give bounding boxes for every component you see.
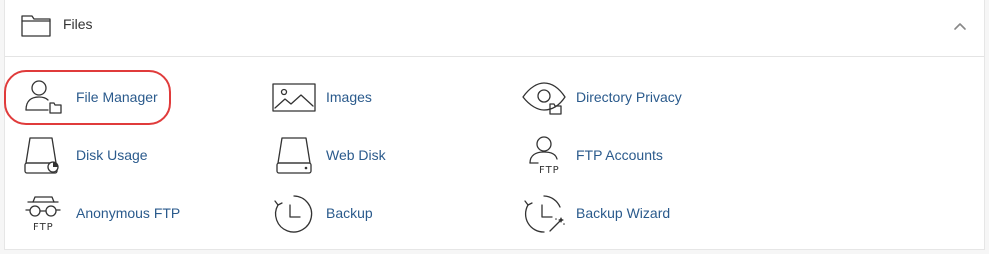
panel-header[interactable]: Files xyxy=(5,0,984,57)
eye-folder-icon xyxy=(522,82,566,115)
svg-text:FTP: FTP xyxy=(33,222,54,233)
drive-icon xyxy=(276,137,312,174)
user-ftp-icon: FTP xyxy=(529,136,560,176)
backup-wizard-icon xyxy=(524,195,565,233)
files-panel: Files File Manager Images Directory Priv… xyxy=(4,0,985,250)
chevron-up-icon[interactable] xyxy=(952,18,968,34)
svg-text:FTP: FTP xyxy=(539,165,560,176)
images-link[interactable]: Images xyxy=(272,73,422,123)
directory-privacy-link[interactable]: Directory Privacy xyxy=(522,73,702,123)
item-label: Web Disk xyxy=(326,147,386,163)
item-label: FTP Accounts xyxy=(576,147,663,163)
user-folder-icon xyxy=(25,80,62,114)
backup-clock-icon xyxy=(274,195,313,233)
folder-icon xyxy=(21,15,51,37)
ftp-accounts-link[interactable]: FTP FTP Accounts xyxy=(522,131,702,181)
image-icon xyxy=(272,83,316,112)
panel-title: Files xyxy=(63,16,93,32)
item-label: Directory Privacy xyxy=(576,89,682,105)
spy-ftp-icon: FTP xyxy=(25,196,61,233)
backup-wizard-link[interactable]: Backup Wizard xyxy=(522,189,702,239)
item-label: File Manager xyxy=(76,89,158,105)
file-manager-link[interactable]: File Manager xyxy=(22,73,172,123)
item-label: Disk Usage xyxy=(76,147,148,163)
anonymous-ftp-link[interactable]: FTP Anonymous FTP xyxy=(22,189,192,239)
item-label: Anonymous FTP xyxy=(76,205,181,221)
disk-usage-link[interactable]: Disk Usage xyxy=(22,131,172,181)
web-disk-link[interactable]: Web Disk xyxy=(272,131,422,181)
backup-link[interactable]: Backup xyxy=(272,189,422,239)
item-label: Backup xyxy=(326,205,373,221)
item-label: Images xyxy=(326,89,372,105)
disk-usage-icon xyxy=(24,137,59,174)
item-label: Backup Wizard xyxy=(576,205,671,221)
